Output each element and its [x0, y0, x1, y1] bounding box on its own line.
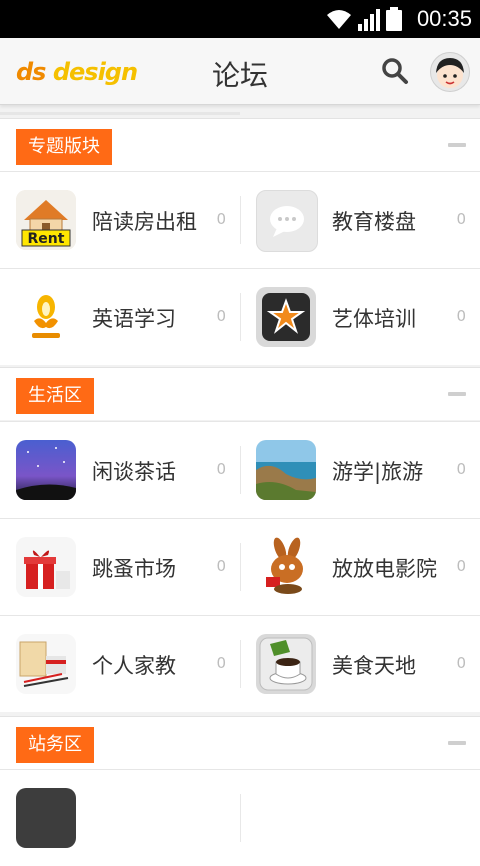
- coast-landscape-icon: [256, 440, 316, 500]
- status-time: 00:35: [416, 6, 472, 31]
- collapse-icon[interactable]: [448, 741, 466, 745]
- post-count: 0: [456, 307, 466, 325]
- section-title: 站务区: [16, 727, 94, 763]
- forum-item[interactable]: [0, 770, 240, 866]
- forum-item[interactable]: 教育楼盘 0: [240, 172, 480, 268]
- post-count: 0: [216, 460, 226, 478]
- rabbit-cartoon-icon: [256, 537, 316, 597]
- post-count: 0: [456, 460, 466, 478]
- forum-name: 教育楼盘: [332, 210, 416, 234]
- forum-item[interactable]: 跳蚤市场 0: [0, 519, 240, 615]
- signal-icon: [358, 9, 380, 31]
- forum-row: 跳蚤市场 0 放放电影院 0: [0, 518, 480, 615]
- search-button[interactable]: [378, 54, 412, 88]
- forum-item[interactable]: 艺体培训 0: [240, 269, 480, 365]
- post-count: 0: [456, 654, 466, 672]
- search-icon: [382, 58, 408, 84]
- gift-box-icon: [16, 537, 76, 597]
- wifi-icon: [327, 10, 351, 29]
- post-count: 0: [216, 654, 226, 672]
- post-count: 0: [456, 210, 466, 228]
- star-pencil-icon: [256, 287, 316, 347]
- collapse-icon[interactable]: [448, 392, 466, 396]
- lamp-logo-icon: [16, 287, 76, 347]
- tab-indicator: [0, 112, 240, 115]
- forum-name: 美食天地: [332, 654, 416, 678]
- section-title: 专题版块: [16, 129, 112, 165]
- forum-name: 陪读房出租: [92, 210, 197, 234]
- post-count: 0: [216, 557, 226, 575]
- coffee-cup-icon: [256, 634, 316, 694]
- post-count: 0: [216, 307, 226, 325]
- status-icons: [326, 7, 402, 31]
- forum-item[interactable]: 放放电影院 0: [240, 519, 480, 615]
- section-title: 生活区: [16, 378, 94, 414]
- forum-name: 闲谈茶话: [92, 460, 176, 484]
- starry-sky-icon: [16, 440, 76, 500]
- forum-item[interactable]: 个人家教 0: [0, 616, 240, 712]
- forum-name: 英语学习: [92, 307, 176, 331]
- forum-name: 跳蚤市场: [92, 557, 176, 581]
- chat-bubble-icon: [256, 190, 318, 252]
- forum-item[interactable]: 美食天地 0: [240, 616, 480, 712]
- paper-pens-icon: [16, 634, 76, 694]
- forum-name: 放放电影院: [332, 557, 437, 581]
- post-count: 0: [216, 210, 226, 228]
- forum-row: 个人家教 0 美食天地 0: [0, 615, 480, 712]
- forum-item[interactable]: Rent 陪读房出租 0: [0, 172, 240, 268]
- post-count: 0: [456, 557, 466, 575]
- forum-item[interactable]: 英语学习 0: [0, 269, 240, 365]
- user-avatar[interactable]: [430, 52, 470, 92]
- section-header-life[interactable]: 生活区: [0, 367, 480, 420]
- app-bar: ds design 论坛: [0, 38, 480, 105]
- forum-row: Rent 陪读房出租 0 教育楼盘 0: [0, 171, 480, 268]
- rent-house-icon: Rent: [16, 190, 76, 250]
- battery-icon: [386, 7, 402, 31]
- svg-text:Rent: Rent: [28, 231, 65, 247]
- collapse-icon[interactable]: [448, 143, 466, 147]
- status-bar: 00:35: [0, 0, 480, 38]
- forum-row: 闲谈茶话 0 游学|旅游 0: [0, 421, 480, 518]
- forum-row: [0, 769, 480, 866]
- site-affairs-icon: [16, 788, 76, 848]
- section-header-special[interactable]: 专题版块: [0, 118, 480, 171]
- forum-item[interactable]: 闲谈茶话 0: [0, 422, 240, 518]
- forum-item[interactable]: 游学|旅游 0: [240, 422, 480, 518]
- section-header-site[interactable]: 站务区: [0, 716, 480, 769]
- forum-name: 游学|旅游: [332, 460, 424, 484]
- forum-name: 个人家教: [92, 654, 176, 678]
- avatar-face-icon: [436, 58, 464, 88]
- forum-row: 英语学习 0 艺体培训 0: [0, 268, 480, 365]
- forum-name: 艺体培训: [332, 307, 416, 331]
- forum-item[interactable]: [240, 770, 480, 866]
